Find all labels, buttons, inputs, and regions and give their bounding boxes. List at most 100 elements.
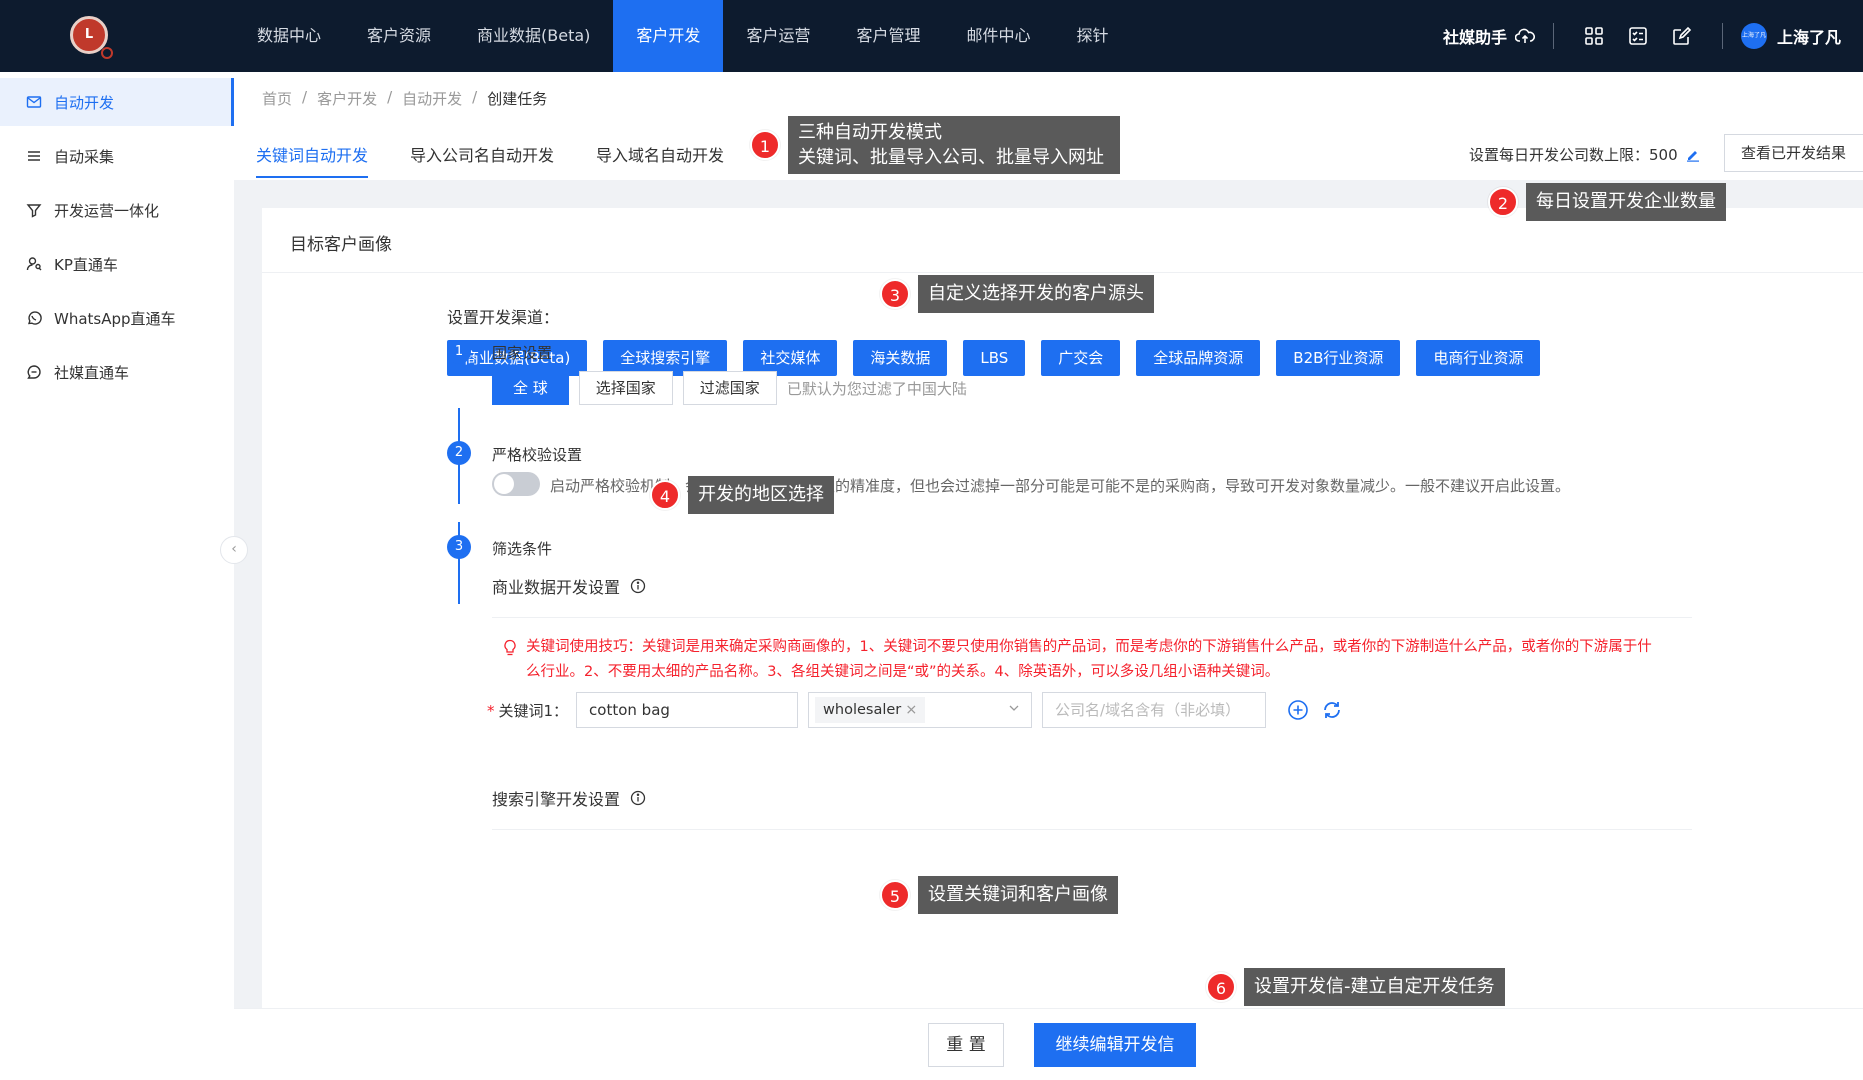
- chat-icon: [27, 365, 41, 379]
- channel-brand-resources[interactable]: 全球品牌资源: [1136, 340, 1261, 376]
- checklist-icon[interactable]: [1627, 25, 1649, 47]
- topbar-separator: [1552, 23, 1554, 49]
- annotation-text: 三种自动开发模式 关键词、批量导入公司、批量导入网址: [788, 116, 1120, 174]
- search-engine-settings-label: 搜索引擎开发设置: [492, 790, 621, 809]
- sidebar-item-kp[interactable]: KP直通车: [0, 240, 234, 288]
- business-data-settings-label: 商业数据开发设置: [492, 578, 621, 597]
- country-select-button[interactable]: 选择国家: [578, 371, 673, 405]
- sidebar-item-auto-development[interactable]: 自动开发: [0, 78, 234, 126]
- breadcrumb-auto-dev[interactable]: 自动开发: [402, 88, 462, 109]
- sidebar-item-social[interactable]: 社媒直通车: [0, 348, 234, 396]
- sidebar-item-whatsapp[interactable]: WhatsApp直通车: [0, 294, 234, 342]
- channel-lbs[interactable]: LBS: [963, 340, 1026, 376]
- step-title-filter: 筛选条件: [492, 540, 553, 558]
- keyword-label: * 关键词1：: [487, 700, 568, 721]
- customer-type-tag-label: wholesaler: [823, 702, 902, 718]
- daily-limit: 设置每日开发公司数上限：500: [1469, 144, 1700, 165]
- breadcrumb-sep: /: [302, 88, 308, 106]
- avatar[interactable]: 上海了凡: [1740, 23, 1767, 49]
- filter-icon: [26, 204, 42, 218]
- nav-item-customer-management[interactable]: 客户管理: [833, 0, 943, 72]
- apps-grid-icon[interactable]: [1583, 25, 1605, 47]
- list-icon: [28, 151, 40, 161]
- nav-item-data-center[interactable]: 数据中心: [234, 0, 344, 72]
- section-divider: [492, 829, 1692, 830]
- pencil-icon[interactable]: [1686, 148, 1700, 162]
- business-data-settings-title: 商业数据开发设置: [492, 574, 646, 598]
- annotation-1: 1 三种自动开发模式 关键词、批量导入公司、批量导入网址: [750, 116, 1120, 174]
- topbar-right: 社媒助手 上海了凡 上海了凡: [1443, 0, 1863, 72]
- nav-item-customer-resources[interactable]: 客户资源: [344, 0, 454, 72]
- mode-tabs: 关键词自动开发 导入公司名自动开发 导入域名自动开发: [256, 142, 724, 178]
- breadcrumb-home[interactable]: 首页: [262, 88, 292, 109]
- sidebar-collapse-button[interactable]: ‹: [220, 536, 248, 564]
- keyword-row: * 关键词1： cotton bag wholesaler × 公司名/域名含有（非…: [487, 692, 1344, 728]
- required-mark: *: [487, 701, 495, 720]
- sidebar-item-label: 自动开发: [54, 93, 115, 112]
- chevron-down-icon: [1009, 705, 1019, 711]
- annotation-text-line: 三种自动开发模式: [798, 122, 942, 143]
- nav-item-business-data[interactable]: 商业数据(Beta): [454, 0, 613, 72]
- nav-item-mail-center[interactable]: 邮件中心: [943, 0, 1053, 72]
- annotation-badge: 2: [1488, 187, 1518, 217]
- social-helper-label: 社媒助手: [1442, 28, 1507, 47]
- info-icon[interactable]: [630, 578, 646, 594]
- channel-canton-fair[interactable]: 广交会: [1041, 340, 1121, 376]
- customer-type-tag: wholesaler ×: [815, 697, 926, 723]
- channel-b2b-resources[interactable]: B2B行业资源: [1276, 340, 1401, 376]
- section-divider: [492, 617, 1692, 618]
- edit-note-icon[interactable]: [1671, 25, 1693, 47]
- annotation-badge: 3: [880, 279, 910, 309]
- logo-mark: L: [84, 27, 94, 42]
- breadcrumb-sep: /: [472, 88, 478, 106]
- annotation-text: 设置关键词和客户画像: [918, 876, 1118, 914]
- app-logo[interactable]: L: [70, 16, 113, 59]
- strict-check-toggle[interactable]: [492, 472, 540, 496]
- card-title: 目标客户画像: [290, 235, 392, 255]
- sidebar-item-label: 社媒直通车: [54, 363, 130, 382]
- breadcrumb-customer-dev[interactable]: 客户开发: [317, 88, 377, 109]
- continue-edit-button[interactable]: 继续编辑开发信: [1034, 1023, 1196, 1067]
- bottom-action-bar: 重 置 继续编辑开发信: [234, 1008, 1863, 1080]
- tab-domain-import[interactable]: 导入域名自动开发: [596, 142, 724, 178]
- annotation-5: 5 设置关键词和客户画像: [880, 876, 1118, 914]
- annotation-text: 开发的地区选择: [688, 476, 834, 514]
- whatsapp-icon: [28, 311, 42, 325]
- username[interactable]: 上海了凡: [1777, 24, 1841, 48]
- search-engine-settings-title: 搜索引擎开发设置: [492, 786, 646, 810]
- logo-search-glyph: [101, 47, 113, 59]
- reset-button[interactable]: 重 置: [928, 1023, 1004, 1067]
- nav-item-probe[interactable]: 探针: [1053, 0, 1131, 72]
- tab-company-import[interactable]: 导入公司名自动开发: [410, 142, 554, 178]
- keyword-tip-text: 关键词使用技巧：关键词是用来确定采购商画像的，1、关键词不要只使用你销售的产品词…: [526, 639, 1652, 680]
- channel-ecommerce-resources[interactable]: 电商行业资源: [1416, 340, 1541, 376]
- country-global-button[interactable]: 全 球: [492, 371, 569, 405]
- add-circle-icon[interactable]: [1286, 698, 1310, 722]
- step-title-strict: 严格校验设置: [492, 446, 583, 464]
- annotation-text-line: 关键词、批量导入公司、批量导入网址: [798, 147, 1104, 168]
- annotation-badge: 4: [650, 480, 680, 510]
- country-filter-button[interactable]: 过滤国家: [682, 371, 777, 405]
- info-icon[interactable]: [630, 790, 646, 806]
- sidebar-item-dev-ops[interactable]: 开发运营一体化: [0, 186, 234, 234]
- company-domain-input[interactable]: 公司名/域名含有（非必填）: [1042, 692, 1267, 728]
- tag-close-icon[interactable]: ×: [905, 702, 917, 718]
- annotation-text: 自定义选择开发的客户源头: [918, 275, 1154, 313]
- view-results-button[interactable]: 查看已开发结果: [1724, 134, 1863, 172]
- breadcrumb-current: 创建任务: [487, 90, 548, 108]
- annotation-badge: 6: [1206, 972, 1236, 1002]
- nav-item-customer-operation[interactable]: 客户运营: [723, 0, 833, 72]
- sidebar-item-label: 自动采集: [54, 147, 115, 166]
- step-number: 1: [447, 340, 471, 364]
- topbar-separator: [1721, 23, 1723, 49]
- social-helper-button[interactable]: 社媒助手: [1443, 24, 1535, 48]
- refresh-icon[interactable]: [1320, 698, 1344, 722]
- keyword-input[interactable]: cotton bag: [576, 692, 799, 728]
- sidebar-item-auto-collect[interactable]: 自动采集: [0, 132, 234, 180]
- customer-type-select[interactable]: wholesaler ×: [808, 692, 1033, 728]
- annotation-text: 设置开发信-建立自定开发任务: [1244, 968, 1505, 1006]
- channel-label: 设置开发渠道：: [447, 308, 560, 327]
- card-divider: [262, 272, 1863, 273]
- nav-item-customer-development[interactable]: 客户开发: [613, 0, 724, 72]
- tab-keyword-dev[interactable]: 关键词自动开发: [256, 142, 369, 178]
